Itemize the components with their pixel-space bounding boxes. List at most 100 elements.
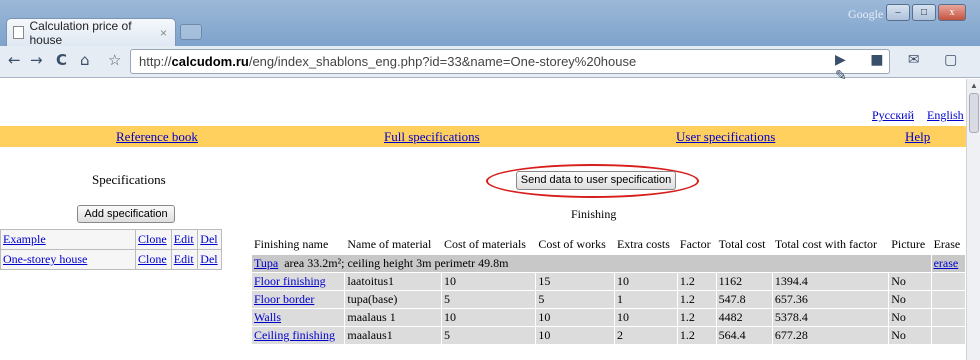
col-total-cost: Total cost bbox=[715, 234, 773, 255]
specifications-heading: Specifications bbox=[92, 172, 166, 187]
table-cell: 657.36 bbox=[771, 290, 890, 309]
page-icon bbox=[13, 26, 24, 39]
table-cell bbox=[930, 290, 967, 309]
table-cell: 5 bbox=[440, 290, 537, 309]
table-cell: 677.28 bbox=[771, 326, 890, 345]
table-cell: No bbox=[888, 308, 932, 327]
list-item: One-storey house Clone Edit Del bbox=[0, 249, 222, 270]
maximize-button[interactable]: □ bbox=[912, 4, 936, 21]
clone-link[interactable]: Clone bbox=[135, 229, 172, 250]
finishing-name-link[interactable]: Floor border bbox=[254, 292, 314, 306]
room-dimensions: area 33.2m²; ceiling height 3m perimetr … bbox=[284, 256, 509, 270]
page-scrollbar[interactable]: ▲ bbox=[966, 79, 980, 360]
add-specification-button[interactable]: Add specification bbox=[77, 205, 175, 223]
delete-link[interactable]: Del bbox=[197, 229, 222, 250]
table-cell: 547.8 bbox=[715, 290, 773, 309]
col-finishing-name: Finishing name bbox=[250, 234, 346, 255]
col-cost-materials: Cost of materials bbox=[440, 234, 537, 255]
scroll-thumb[interactable] bbox=[969, 93, 979, 133]
room-row: Tupa area 33.2m²; ceiling height 3m peri… bbox=[251, 254, 967, 273]
col-total-with-factor: Total cost with factor bbox=[771, 234, 890, 255]
edit-link[interactable]: Edit bbox=[170, 249, 199, 270]
table-cell: 2 bbox=[613, 326, 678, 345]
table-cell: 10 bbox=[535, 308, 615, 327]
table-cell bbox=[930, 308, 967, 327]
table-cell: 1 bbox=[613, 290, 678, 309]
finishing-name-link[interactable]: Floor finishing bbox=[254, 274, 326, 288]
room-info: Tupa area 33.2m²; ceiling height 3m peri… bbox=[251, 254, 932, 273]
table-cell: 15 bbox=[535, 272, 615, 291]
main-menu: Reference book Full specifications User … bbox=[0, 126, 966, 147]
browser-titlebar: Calculation price of house × Google – □ … bbox=[0, 0, 980, 47]
reload-icon[interactable]: C bbox=[56, 51, 67, 69]
finishing-name-link[interactable]: Walls bbox=[254, 310, 281, 324]
spec-name-link[interactable]: Example bbox=[0, 229, 136, 250]
table-cell bbox=[930, 326, 967, 345]
spec-name-link[interactable]: One-storey house bbox=[0, 249, 136, 270]
close-window-button[interactable]: x bbox=[938, 4, 966, 21]
table-cell: maalaus1 bbox=[344, 326, 442, 345]
brand-label: Google bbox=[848, 7, 884, 21]
col-picture: Picture bbox=[888, 234, 932, 255]
send-to-user-spec-button[interactable]: Send data to user specification bbox=[516, 171, 676, 190]
menu-full-specifications[interactable]: Full specifications bbox=[384, 129, 480, 145]
back-icon[interactable]: ← bbox=[8, 51, 21, 69]
address-bar[interactable]: http://calcudom.ru/eng/index_shablons_en… bbox=[130, 49, 890, 74]
erase-cell: erase bbox=[930, 254, 967, 273]
menu-reference-book[interactable]: Reference book bbox=[116, 129, 198, 145]
table-row: Floor border tupa(base) 5 5 1 1.2 547.8 … bbox=[250, 290, 967, 309]
scroll-up-icon[interactable]: ▲ bbox=[970, 81, 978, 90]
table-cell: No bbox=[888, 326, 932, 345]
menu-user-specifications[interactable]: User specifications bbox=[676, 129, 775, 145]
table-cell: 5378.4 bbox=[771, 308, 890, 327]
table-cell: 10 bbox=[535, 326, 615, 345]
home-icon[interactable]: ⌂ bbox=[80, 51, 90, 69]
url-path: /eng/index_shablons_eng.php?id=33&name=O… bbox=[248, 54, 637, 69]
table-cell: No bbox=[888, 272, 932, 291]
erase-link[interactable]: erase bbox=[934, 256, 959, 270]
tab-title: Calculation price of house bbox=[29, 18, 132, 47]
clone-link[interactable]: Clone bbox=[135, 249, 172, 270]
table-cell: 564.4 bbox=[715, 326, 773, 345]
col-factor: Factor bbox=[676, 234, 717, 255]
col-erase: Erase bbox=[930, 234, 967, 255]
table-cell: 1394.4 bbox=[771, 272, 890, 291]
table-row: Ceiling finishing maalaus1 5 10 2 1.2 56… bbox=[250, 326, 967, 345]
edit-link[interactable]: Edit bbox=[170, 229, 199, 250]
table-cell: 10 bbox=[440, 308, 537, 327]
table-header-row: Finishing name Name of material Cost of … bbox=[250, 234, 967, 255]
table-cell: 10 bbox=[613, 272, 678, 291]
browser-toolbar: ← → C ⌂ ☆ http://calcudom.ru/eng/index_s… bbox=[0, 46, 980, 84]
table-cell: tupa(base) bbox=[344, 290, 442, 309]
col-cost-works: Cost of works bbox=[535, 234, 615, 255]
bookmark-star-icon[interactable]: ☆ bbox=[108, 51, 121, 69]
browser-tab[interactable]: Calculation price of house × bbox=[6, 18, 176, 47]
new-tab-button[interactable] bbox=[180, 24, 202, 40]
table-cell: 10 bbox=[613, 308, 678, 327]
table-row: Walls maalaus 1 10 10 10 1.2 4482 5378.4… bbox=[250, 308, 967, 327]
table-cell: 1.2 bbox=[676, 308, 717, 327]
minimize-button[interactable]: – bbox=[886, 4, 910, 21]
close-tab-icon[interactable]: × bbox=[160, 26, 167, 40]
specifications-list: Example Clone Edit Del One-storey house … bbox=[0, 229, 222, 270]
url-prefix: http:// bbox=[139, 54, 172, 69]
table-cell: No bbox=[888, 290, 932, 309]
room-link[interactable]: Tupa bbox=[254, 256, 278, 270]
table-cell: 1162 bbox=[715, 272, 773, 291]
table-row: Floor finishing laatoitus1 10 15 10 1.2 … bbox=[250, 272, 967, 291]
lang-russian-link[interactable]: Русский bbox=[872, 108, 914, 123]
finishing-heading: Finishing bbox=[571, 207, 617, 221]
table-cell: 4482 bbox=[715, 308, 773, 327]
finishing-name-link[interactable]: Ceiling finishing bbox=[254, 328, 335, 342]
menu-help[interactable]: Help bbox=[905, 129, 930, 145]
col-extra-costs: Extra costs bbox=[613, 234, 678, 255]
forward-icon[interactable]: → bbox=[30, 51, 43, 69]
extension-icons[interactable]: ▶ ■ ✉ ▢ ✎ bbox=[835, 52, 980, 84]
lang-english-link[interactable]: English bbox=[927, 108, 964, 123]
col-material: Name of material bbox=[344, 234, 442, 255]
delete-link[interactable]: Del bbox=[197, 249, 222, 270]
table-cell: 1.2 bbox=[676, 290, 717, 309]
table-cell: laatoitus1 bbox=[344, 272, 442, 291]
table-cell: 1.2 bbox=[676, 272, 717, 291]
table-cell: 10 bbox=[440, 272, 537, 291]
